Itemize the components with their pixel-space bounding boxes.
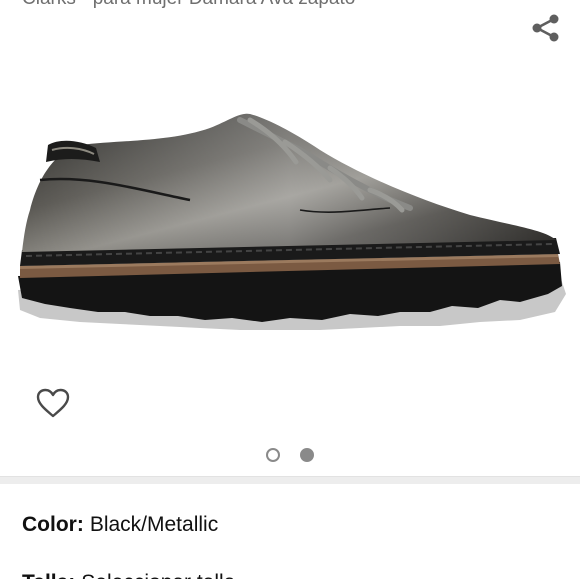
size-selection[interactable]: Talla: Seleccionar talla	[22, 568, 235, 579]
section-divider	[0, 476, 580, 484]
wishlist-button[interactable]	[33, 384, 73, 422]
heart-outline-icon	[36, 388, 70, 418]
carousel-indicator	[0, 446, 580, 464]
share-icon	[532, 14, 559, 42]
size-label: Talla:	[22, 571, 75, 579]
color-value: Black/Metallic	[89, 513, 219, 536]
shoe-image	[18, 113, 566, 330]
size-value: Seleccionar talla	[81, 571, 235, 579]
carousel-dot-2[interactable]	[300, 448, 314, 462]
color-selection[interactable]: Color: Black/Metallic	[22, 510, 218, 540]
product-title: Clarks - para mujer Damara Ava zapato	[22, 0, 492, 10]
color-label: Color:	[22, 513, 84, 536]
carousel-dot-1[interactable]	[266, 448, 280, 462]
product-image-carousel[interactable]	[0, 50, 580, 380]
share-button[interactable]	[528, 12, 564, 44]
